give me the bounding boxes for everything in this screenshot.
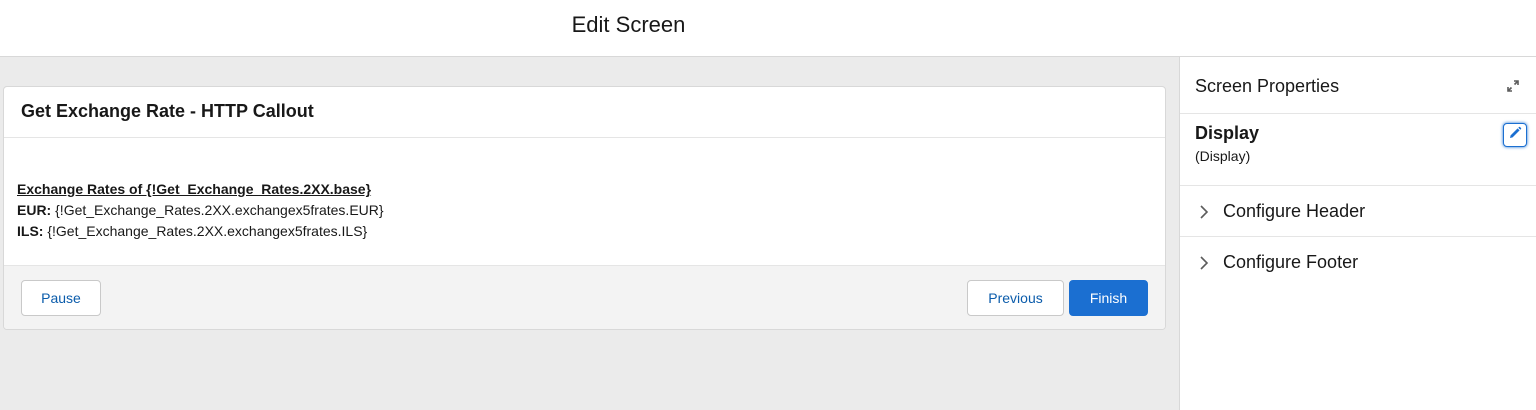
- display-subtitle: (Display): [1195, 148, 1251, 164]
- screen-card-title: Get Exchange Rate - HTTP Callout: [4, 87, 1165, 138]
- panel-title: Screen Properties: [1195, 76, 1340, 96]
- rate-row-ils: ILS: {!Get_Exchange_Rates.2XX.exchangex5…: [17, 221, 1165, 242]
- panel-header: Screen Properties: [1180, 57, 1536, 114]
- chevron-right-icon: [1198, 202, 1210, 222]
- exchange-rates-heading: Exchange Rates of {!Get_Exchange_Rates.2…: [17, 181, 372, 197]
- configure-footer-section[interactable]: Configure Footer: [1180, 237, 1536, 288]
- configure-header-section[interactable]: Configure Header: [1180, 186, 1536, 237]
- display-title: Display: [1195, 123, 1260, 143]
- chevron-right-icon: [1198, 253, 1210, 273]
- screen-card-footer: Pause Previous Finish: [4, 265, 1165, 329]
- previous-button[interactable]: Previous: [967, 280, 1064, 316]
- rate-label-ils: ILS:: [17, 223, 44, 239]
- edit-display-button[interactable]: [1503, 123, 1527, 147]
- screen-preview-card[interactable]: Get Exchange Rate - HTTP Callout Exchang…: [3, 86, 1166, 330]
- display-section: Display (Display): [1180, 114, 1536, 186]
- screen-canvas: Get Exchange Rate - HTTP Callout Exchang…: [0, 57, 1179, 410]
- page-title: Edit Screen: [571, 12, 686, 37]
- rate-value-eur: {!Get_Exchange_Rates.2XX.exchangex5frate…: [51, 202, 384, 218]
- display-text-component[interactable]: Exchange Rates of {!Get_Exchange_Rates.2…: [4, 138, 1165, 265]
- rate-value-ils: {!Get_Exchange_Rates.2XX.exchangex5frate…: [43, 223, 368, 239]
- top-bar: Edit Screen: [0, 0, 1536, 57]
- screen-properties-panel: Screen Properties Display (Display) Conf…: [1179, 57, 1536, 410]
- pencil-icon: [1508, 126, 1522, 145]
- pause-button[interactable]: Pause: [21, 280, 101, 316]
- rate-row-eur: EUR: {!Get_Exchange_Rates.2XX.exchangex5…: [17, 200, 1165, 221]
- configure-header-label: Configure Header: [1223, 201, 1366, 221]
- expand-icon[interactable]: [1505, 78, 1521, 94]
- rate-label-eur: EUR:: [17, 202, 52, 218]
- configure-footer-label: Configure Footer: [1223, 252, 1359, 272]
- finish-button[interactable]: Finish: [1069, 280, 1148, 316]
